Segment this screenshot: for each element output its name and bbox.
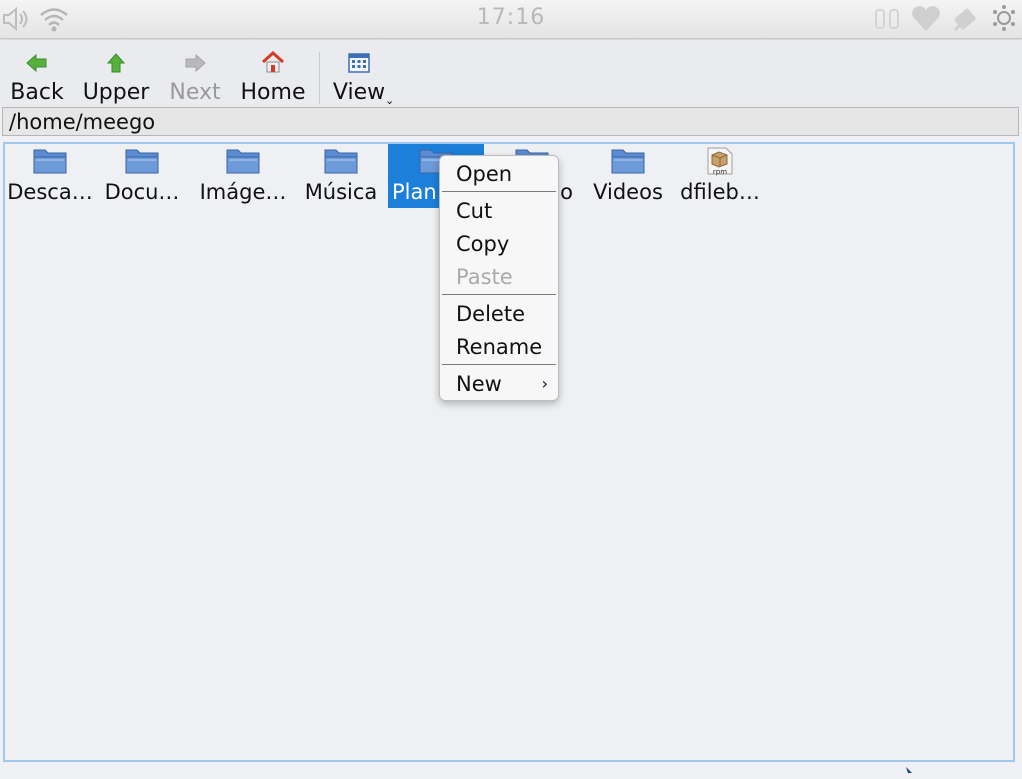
folder-icon xyxy=(324,146,358,179)
menu-separator xyxy=(442,294,556,295)
mouse-cursor-icon xyxy=(905,760,913,779)
menu-item-label: Rename xyxy=(456,335,543,359)
file-item-musica[interactable]: Música xyxy=(298,144,384,208)
back-button[interactable]: Back xyxy=(4,40,70,107)
menu-item-new[interactable]: New › xyxy=(440,369,558,399)
folder-icon xyxy=(125,146,159,179)
next-label: Next xyxy=(169,80,221,105)
home-label: Home xyxy=(240,80,306,105)
file-label: Videos xyxy=(593,180,663,204)
path-bar[interactable]: /home/meego xyxy=(2,107,1019,136)
menu-item-copy[interactable]: Copy xyxy=(440,229,558,259)
file-label: Imáge… xyxy=(199,180,287,204)
usb-icon[interactable] xyxy=(950,4,982,38)
menu-item-label: Paste xyxy=(456,265,513,289)
folder-icon xyxy=(226,146,260,179)
menu-item-cut[interactable]: Cut xyxy=(440,196,558,226)
menu-item-label: New xyxy=(456,372,502,396)
file-item-dfilebrowser-rpm[interactable]: rpm dfileb… xyxy=(675,144,765,208)
submenu-arrow-icon: › xyxy=(541,374,548,393)
file-item-documentos[interactable]: Docu… xyxy=(101,144,183,208)
clock: 17:16 xyxy=(476,5,546,30)
file-item-videos[interactable]: Videos xyxy=(585,144,671,208)
file-item-descargas[interactable]: Desca… xyxy=(6,144,94,208)
view-dropdown-caret-icon[interactable]: ⌄ xyxy=(385,94,394,107)
home-button[interactable]: Home xyxy=(237,40,309,107)
toolbar-separator xyxy=(319,52,320,104)
back-label: Back xyxy=(10,80,64,105)
file-item-imagenes[interactable]: Imáge… xyxy=(196,144,290,208)
menu-item-label: Cut xyxy=(456,199,493,223)
menu-item-open[interactable]: Open xyxy=(440,159,558,189)
menu-item-rename[interactable]: Rename xyxy=(440,332,558,362)
folder-icon xyxy=(611,146,645,179)
menu-item-label: Delete xyxy=(456,302,525,326)
rpm-package-icon: rpm xyxy=(705,146,735,181)
view-button[interactable]: View xyxy=(330,40,388,107)
home-icon xyxy=(261,50,285,79)
folder-icon xyxy=(33,146,67,179)
up-arrow-icon xyxy=(106,53,126,79)
settings-icon[interactable] xyxy=(990,4,1018,36)
file-label: Desca… xyxy=(7,180,93,204)
file-label: dfileb… xyxy=(680,180,760,204)
next-button[interactable]: Next xyxy=(164,40,226,107)
upper-button[interactable]: Upper xyxy=(80,40,152,107)
menu-separator xyxy=(442,364,556,365)
heart-icon[interactable] xyxy=(910,5,942,37)
file-label: Docu… xyxy=(104,180,180,204)
bluetooth-icon[interactable] xyxy=(873,7,901,35)
menu-item-label: Copy xyxy=(456,232,510,256)
status-bar: 17:16 xyxy=(0,0,1022,39)
menu-item-paste[interactable]: Paste xyxy=(440,262,558,292)
view-label: View xyxy=(332,80,386,105)
upper-label: Upper xyxy=(82,80,150,105)
view-grid-icon xyxy=(348,53,370,79)
svg-text:rpm: rpm xyxy=(713,168,727,176)
menu-item-delete[interactable]: Delete xyxy=(440,299,558,329)
menu-item-label: Open xyxy=(456,162,513,186)
toolbar: Back Upper Next Home View ⌄ xyxy=(0,40,1022,107)
context-menu: Open Cut Copy Paste Delete Rename New › xyxy=(439,155,559,401)
file-label: Música xyxy=(304,180,378,204)
back-arrow-icon xyxy=(26,53,48,78)
menu-separator xyxy=(442,191,556,192)
forward-arrow-icon xyxy=(184,53,206,78)
